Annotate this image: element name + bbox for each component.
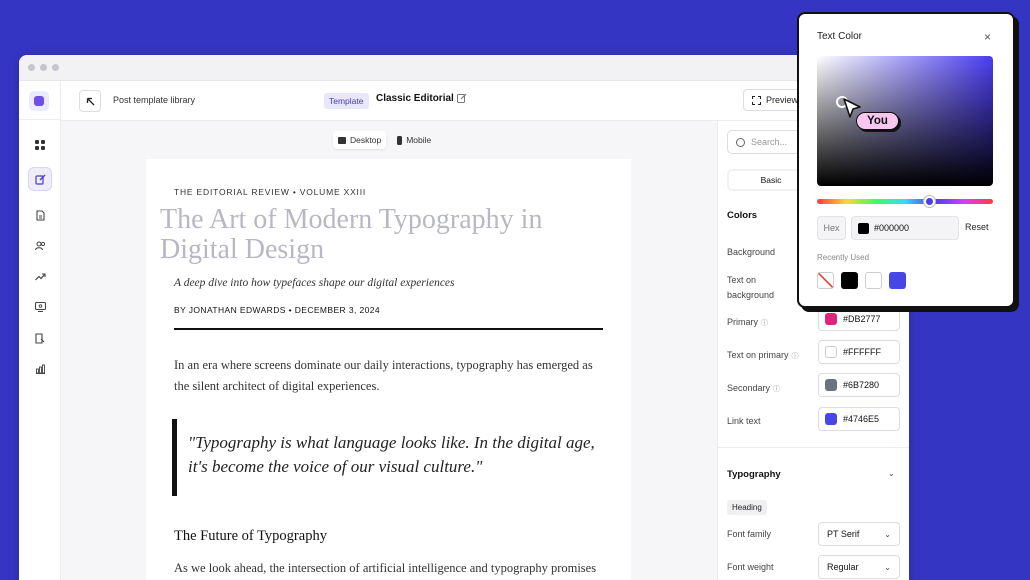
- color-label-primary: Primary: [727, 317, 758, 327]
- window-dot: [40, 64, 47, 71]
- color-label-text-on-background: Text on background: [727, 275, 775, 300]
- expand-icon: [752, 95, 761, 105]
- search-icon: [736, 137, 745, 147]
- font-weight-label: Font weight: [727, 562, 774, 572]
- app-logo-icon[interactable]: [29, 91, 49, 111]
- color-label-secondary: Secondary: [727, 383, 771, 393]
- bar-chart-icon[interactable]: [28, 357, 52, 381]
- popover-title: Text Color: [817, 31, 863, 42]
- article-dek: A deep dive into how typefaces shape our…: [174, 277, 455, 289]
- article-preview: THE EDITORIAL REVIEW • VOLUME XXIII The …: [146, 159, 631, 580]
- reset-button[interactable]: Reset: [965, 222, 989, 232]
- close-icon[interactable]: ×: [984, 30, 991, 44]
- template-badge: Template: [324, 93, 369, 109]
- font-family-select[interactable]: PT Serif ⌄: [818, 522, 900, 546]
- info-icon[interactable]: ⓘ: [761, 320, 768, 327]
- primary-color-field[interactable]: #DB2777: [818, 307, 900, 331]
- window-dot: [52, 64, 59, 71]
- heading-badge: Heading: [727, 500, 767, 515]
- color-row-secondary: Secondary ⓘ: [727, 381, 780, 397]
- device-desktop[interactable]: Desktop: [333, 131, 387, 149]
- typography-section-title[interactable]: Typography: [727, 469, 781, 480]
- hex-value: #000000: [874, 223, 910, 233]
- text-on-primary-hex: #FFFFFF: [843, 347, 881, 357]
- info-icon[interactable]: ⓘ: [773, 386, 780, 393]
- link-text-hex: #4746E5: [843, 414, 880, 424]
- arrow-up-left-icon: [86, 97, 94, 105]
- top-bar: Post template library Template Classic E…: [61, 81, 909, 121]
- chevron-down-icon[interactable]: ⌄: [888, 469, 895, 478]
- font-weight-select[interactable]: Regular ⌄: [818, 555, 900, 579]
- device-toggle: Desktop Mobile: [333, 131, 436, 149]
- text-color-popover: Text Color × Hex #000000 Reset Recently …: [797, 12, 1015, 308]
- edit-icon[interactable]: [28, 167, 52, 191]
- colors-section-title: Colors: [727, 210, 758, 221]
- color-swatch: [858, 222, 869, 234]
- section-divider: [718, 447, 909, 448]
- preview-label: Preview: [766, 95, 799, 105]
- recent-swatch-none[interactable]: [817, 272, 834, 289]
- color-row-primary: Primary ⓘ: [727, 315, 768, 331]
- primary-hex: #DB2777: [843, 314, 881, 324]
- chevron-down-icon: ⌄: [884, 529, 891, 539]
- article-pull-quote: "Typography is what language looks like.…: [172, 419, 603, 496]
- recent-swatch-indigo[interactable]: [889, 272, 906, 289]
- search-placeholder: Search...: [751, 137, 788, 147]
- window-titlebar: [19, 55, 909, 81]
- text-on-primary-color-field[interactable]: #FFFFFF: [818, 340, 900, 364]
- color-row-text-on-primary: Text on primary ⓘ: [727, 348, 799, 364]
- font-weight-value: Regular: [827, 562, 859, 572]
- article-paragraph: In an era where screens dominate our dai…: [174, 358, 593, 393]
- document-icon[interactable]: [28, 203, 52, 227]
- color-swatch: [825, 379, 837, 391]
- article-byline: BY JONATHAN EDWARDS • DECEMBER 3, 2024: [174, 305, 603, 330]
- rail-divider: [19, 119, 60, 120]
- left-rail: [19, 81, 61, 580]
- color-swatch: [825, 346, 837, 358]
- color-label-text-on-primary: Text on primary: [727, 350, 789, 360]
- secondary-color-field[interactable]: #6B7280: [818, 373, 900, 397]
- hue-slider[interactable]: [817, 199, 993, 204]
- info-icon[interactable]: ⓘ: [792, 353, 799, 360]
- secondary-hex: #6B7280: [843, 380, 880, 390]
- grid-icon[interactable]: [28, 133, 52, 157]
- recent-swatch-white[interactable]: [865, 272, 882, 289]
- color-swatch: [825, 413, 837, 425]
- back-label[interactable]: Post template library: [113, 95, 195, 105]
- editor-canvas: Desktop Mobile THE EDITORIAL REVIEW • VO…: [61, 121, 717, 580]
- color-label-background: Background: [727, 247, 776, 257]
- hue-slider-handle[interactable]: [924, 196, 935, 207]
- editor-window: Post template library Template Classic E…: [19, 55, 909, 580]
- monitor-icon[interactable]: [28, 295, 52, 319]
- collaborator-cursor-tag: You: [856, 112, 899, 130]
- pencil-icon[interactable]: [457, 93, 467, 106]
- hex-input[interactable]: #000000: [851, 216, 959, 240]
- users-icon[interactable]: [28, 234, 52, 258]
- link-text-color-field[interactable]: #4746E5: [818, 407, 900, 431]
- article-subhead: The Future of Typography: [174, 528, 327, 544]
- desktop-icon: [338, 136, 346, 144]
- color-label-link-text: Link text: [727, 416, 761, 426]
- saturation-picker[interactable]: [817, 56, 993, 186]
- recent-swatch-black[interactable]: [841, 272, 858, 289]
- device-desktop-label: Desktop: [350, 135, 382, 145]
- hex-label: Hex: [817, 216, 846, 240]
- article-kicker: THE EDITORIAL REVIEW • VOLUME XXIII: [174, 187, 367, 197]
- color-swatch: [825, 313, 837, 325]
- trend-icon[interactable]: [28, 265, 52, 289]
- article-paragraph: As we look ahead, the intersection of ar…: [174, 561, 597, 575]
- device-mobile-label: Mobile: [406, 135, 432, 145]
- recently-used-label: Recently Used: [817, 253, 870, 262]
- article-headline[interactable]: The Art of Modern Typography in Digital …: [160, 205, 603, 265]
- chevron-down-icon: ⌄: [884, 562, 891, 572]
- back-button[interactable]: [79, 90, 101, 112]
- template-name: Classic Editorial: [376, 93, 454, 104]
- window-dot: [28, 64, 35, 71]
- device-mobile[interactable]: Mobile: [392, 131, 436, 149]
- report-icon[interactable]: [28, 326, 52, 350]
- font-family-value: PT Serif: [827, 529, 860, 539]
- font-family-label: Font family: [727, 529, 772, 539]
- mobile-icon: [397, 135, 403, 145]
